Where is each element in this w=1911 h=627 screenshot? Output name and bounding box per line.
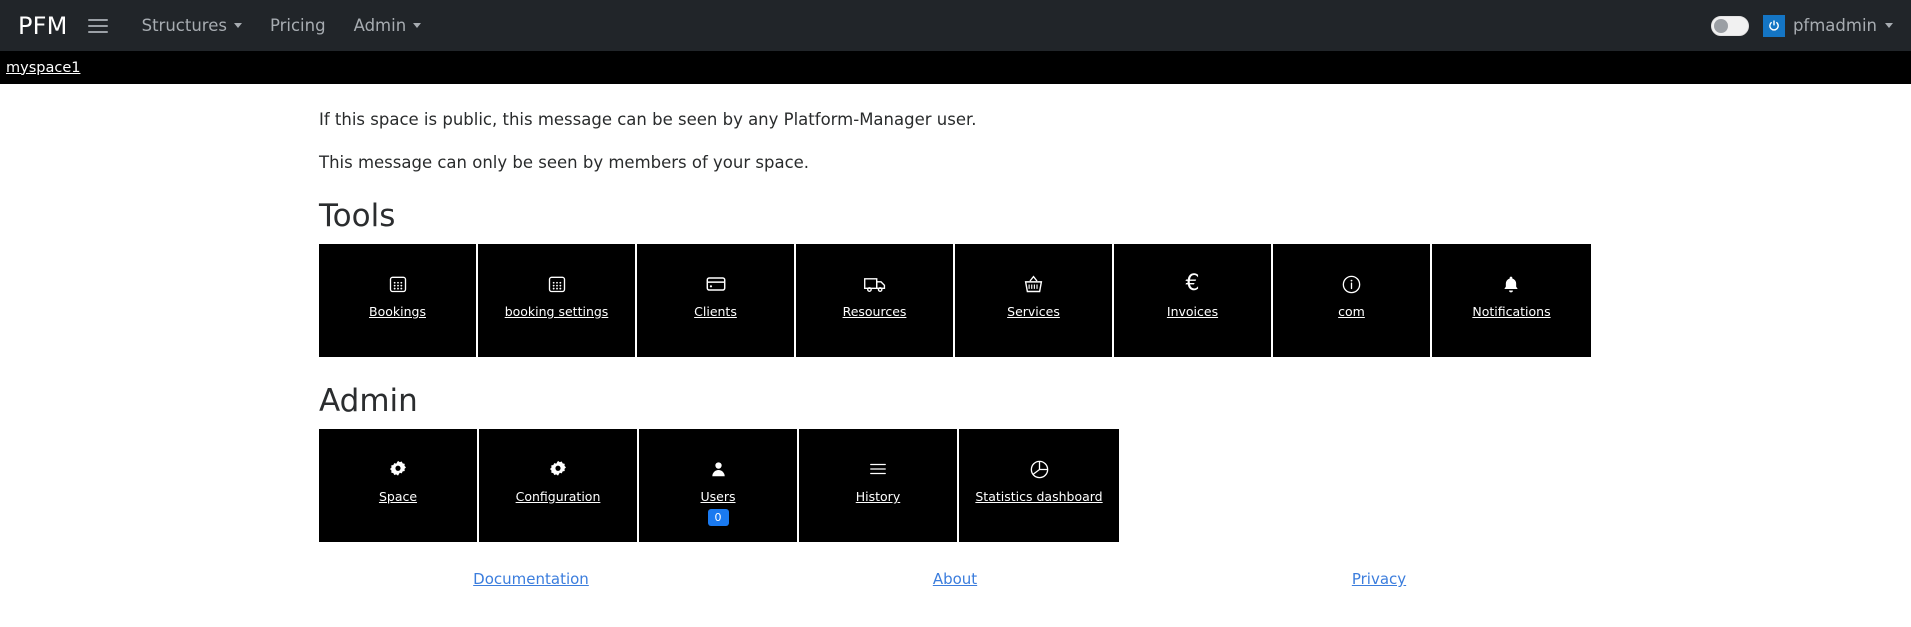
tile-label: Bookings bbox=[369, 304, 426, 319]
nav-menu: Structures Pricing Admin bbox=[128, 8, 436, 43]
footer-cell: About bbox=[743, 570, 1167, 588]
tile-label: Space bbox=[378, 489, 418, 504]
admin-section-title: Admin bbox=[319, 383, 418, 419]
breadcrumb-space-link[interactable]: myspace1 bbox=[6, 60, 80, 76]
gear-icon bbox=[388, 456, 408, 482]
tile-space[interactable]: Space bbox=[319, 429, 479, 542]
tile-services[interactable]: Services bbox=[955, 244, 1114, 357]
credit-card-icon bbox=[705, 271, 727, 297]
admin-tile-row: Space Configuration Users 0 History Stat… bbox=[319, 429, 1591, 542]
bell-icon bbox=[1501, 271, 1521, 297]
footer-link-documentation[interactable]: Documentation bbox=[473, 570, 589, 588]
theme-toggle[interactable] bbox=[1710, 15, 1749, 36]
main-content: If this space is public, this message ca… bbox=[0, 110, 1911, 588]
tile-label: Statistics dashboard bbox=[975, 489, 1103, 504]
tile-notifications[interactable]: Notifications bbox=[1432, 244, 1591, 357]
hamburger-bar bbox=[87, 18, 108, 21]
nav-item-structures[interactable]: Structures bbox=[128, 8, 256, 43]
calendar-icon bbox=[388, 271, 408, 297]
user-icon bbox=[709, 456, 728, 482]
nav-item-pricing[interactable]: Pricing bbox=[256, 8, 340, 43]
nav-item-admin[interactable]: Admin bbox=[340, 8, 436, 43]
tile-bookings[interactable]: Bookings bbox=[319, 244, 478, 357]
user-menu[interactable]: pfmadmin bbox=[1762, 14, 1893, 37]
footer: Documentation About Privacy bbox=[319, 570, 1591, 588]
tools-section-title: Tools bbox=[319, 198, 396, 234]
tile-com[interactable]: com bbox=[1273, 244, 1432, 357]
basket-icon bbox=[1023, 271, 1044, 297]
footer-link-privacy[interactable]: Privacy bbox=[1352, 570, 1406, 588]
toggle-knob bbox=[1713, 18, 1728, 33]
tile-label: Users bbox=[700, 489, 736, 504]
tile-label: Notifications bbox=[1472, 304, 1551, 319]
footer-cell: Privacy bbox=[1167, 570, 1591, 588]
user-name-label: pfmadmin bbox=[1792, 16, 1877, 35]
tile-invoices[interactable]: € Invoices bbox=[1114, 244, 1273, 357]
list-icon bbox=[867, 456, 889, 482]
chevron-down-icon bbox=[1885, 23, 1893, 28]
tile-history[interactable]: History bbox=[799, 429, 959, 542]
tile-label: Configuration bbox=[515, 489, 601, 504]
power-icon bbox=[1762, 14, 1785, 37]
pie-chart-icon bbox=[1029, 456, 1050, 482]
tile-clients[interactable]: Clients bbox=[637, 244, 796, 357]
hamburger-bar bbox=[87, 30, 108, 33]
tile-label: Services bbox=[1007, 304, 1060, 319]
gear-icon bbox=[548, 456, 568, 482]
hamburger-bar bbox=[87, 24, 108, 27]
hamburger-icon[interactable] bbox=[87, 15, 114, 37]
tile-users[interactable]: Users 0 bbox=[639, 429, 799, 542]
users-count-badge: 0 bbox=[707, 509, 729, 526]
nav-item-label: Admin bbox=[353, 16, 407, 35]
nav-item-label: Structures bbox=[141, 16, 227, 35]
euro-icon: € bbox=[1186, 271, 1200, 297]
nav-item-label: Pricing bbox=[269, 16, 326, 35]
footer-link-about[interactable]: About bbox=[933, 570, 977, 588]
tile-booking-settings[interactable]: booking settings bbox=[478, 244, 637, 357]
calendar-icon bbox=[547, 271, 567, 297]
chevron-down-icon bbox=[413, 23, 422, 28]
tile-configuration[interactable]: Configuration bbox=[479, 429, 639, 542]
tile-label: History bbox=[855, 489, 901, 504]
truck-icon bbox=[863, 271, 887, 297]
tile-label: booking settings bbox=[504, 304, 609, 319]
private-space-message: This message can only be seen by members… bbox=[319, 153, 810, 172]
tools-tile-row: Bookings booking settings Clients Resour… bbox=[319, 244, 1591, 357]
brand-logo[interactable]: PFM bbox=[10, 12, 82, 40]
chevron-down-icon bbox=[233, 23, 242, 28]
footer-cell: Documentation bbox=[319, 570, 743, 588]
tile-label: Resources bbox=[842, 304, 907, 319]
content-inner: If this space is public, this message ca… bbox=[319, 110, 1591, 542]
tile-statistics-dashboard[interactable]: Statistics dashboard bbox=[959, 429, 1119, 542]
tile-label: com bbox=[1338, 304, 1365, 319]
tile-label: Clients bbox=[694, 304, 737, 319]
info-circle-icon bbox=[1341, 271, 1362, 297]
breadcrumb: myspace1 bbox=[0, 51, 1911, 84]
euro-glyph: € bbox=[1185, 271, 1200, 296]
navbar-right-group: pfmadmin bbox=[1710, 0, 1893, 51]
public-space-message: If this space is public, this message ca… bbox=[319, 110, 977, 129]
top-navbar: PFM Structures Pricing Admin pfmadmin bbox=[0, 0, 1911, 51]
tile-resources[interactable]: Resources bbox=[796, 244, 955, 357]
tile-label: Invoices bbox=[1166, 304, 1219, 319]
